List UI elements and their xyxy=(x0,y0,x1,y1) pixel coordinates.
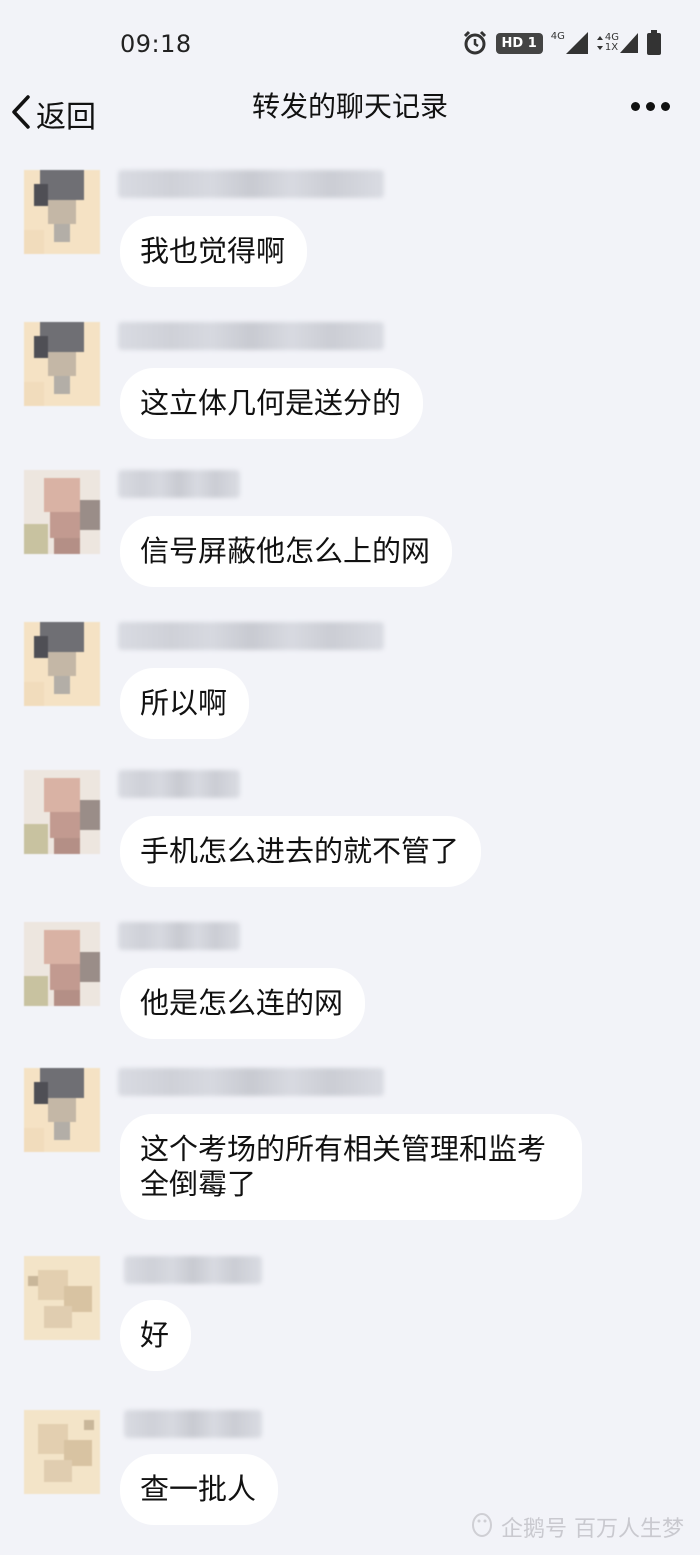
avatar[interactable] xyxy=(24,170,100,254)
signal-icon-1: 4G xyxy=(551,32,588,54)
status-icons: HD 1 4G 4G 1X xyxy=(462,30,663,56)
message-bubble[interactable]: 这个考场的所有相关管理和监考全倒霉了 xyxy=(120,1114,582,1220)
page-title: 转发的聊天记录 xyxy=(251,90,448,123)
status-bar: 09:18 HD 1 4G 4G 1X xyxy=(0,0,700,80)
nav-bar: 返回 转发的聊天记录 xyxy=(0,80,700,140)
battery-icon xyxy=(646,30,662,56)
watermark: 企鹅号 百万人生梦 xyxy=(469,1511,684,1543)
sender-name xyxy=(118,622,384,650)
sender-name xyxy=(118,770,240,798)
avatar[interactable] xyxy=(24,770,100,854)
penguin-logo-icon xyxy=(469,1511,495,1543)
message-bubble[interactable]: 查一批人 xyxy=(120,1454,279,1525)
avatar[interactable] xyxy=(24,1068,100,1152)
avatar[interactable] xyxy=(24,622,100,706)
network-type-label-bottom: 1X xyxy=(604,42,619,53)
message-bubble[interactable]: 好 xyxy=(120,1300,192,1371)
status-time: 09:18 xyxy=(120,30,192,58)
avatar[interactable] xyxy=(24,1256,100,1340)
message-bubble[interactable]: 这立体几何是送分的 xyxy=(120,368,424,439)
message-bubble[interactable]: 我也觉得啊 xyxy=(120,216,308,287)
sender-name xyxy=(118,170,384,198)
watermark-text: 企鹅号 百万人生梦 xyxy=(501,1517,684,1542)
sender-name xyxy=(124,1410,262,1438)
message-bubble[interactable]: 所以啊 xyxy=(120,668,250,739)
avatar[interactable] xyxy=(24,470,100,554)
network-type-label: 4G xyxy=(550,31,565,42)
sender-name xyxy=(118,470,240,498)
signal-icon-2: 4G 1X xyxy=(596,33,638,53)
avatar[interactable] xyxy=(24,922,100,1006)
more-options-icon[interactable] xyxy=(631,102,670,111)
message-bubble[interactable]: 他是怎么连的网 xyxy=(120,968,366,1039)
sender-name xyxy=(118,322,384,350)
alarm-icon xyxy=(462,30,488,56)
sender-name xyxy=(118,1068,384,1096)
message-bubble[interactable]: 手机怎么进去的就不管了 xyxy=(120,816,482,887)
avatar[interactable] xyxy=(24,322,100,406)
message-bubble[interactable]: 信号屏蔽他怎么上的网 xyxy=(120,516,453,587)
sender-name xyxy=(124,1256,262,1284)
avatar[interactable] xyxy=(24,1410,100,1494)
hd-badge: HD 1 xyxy=(495,32,543,54)
sender-name xyxy=(118,922,240,950)
